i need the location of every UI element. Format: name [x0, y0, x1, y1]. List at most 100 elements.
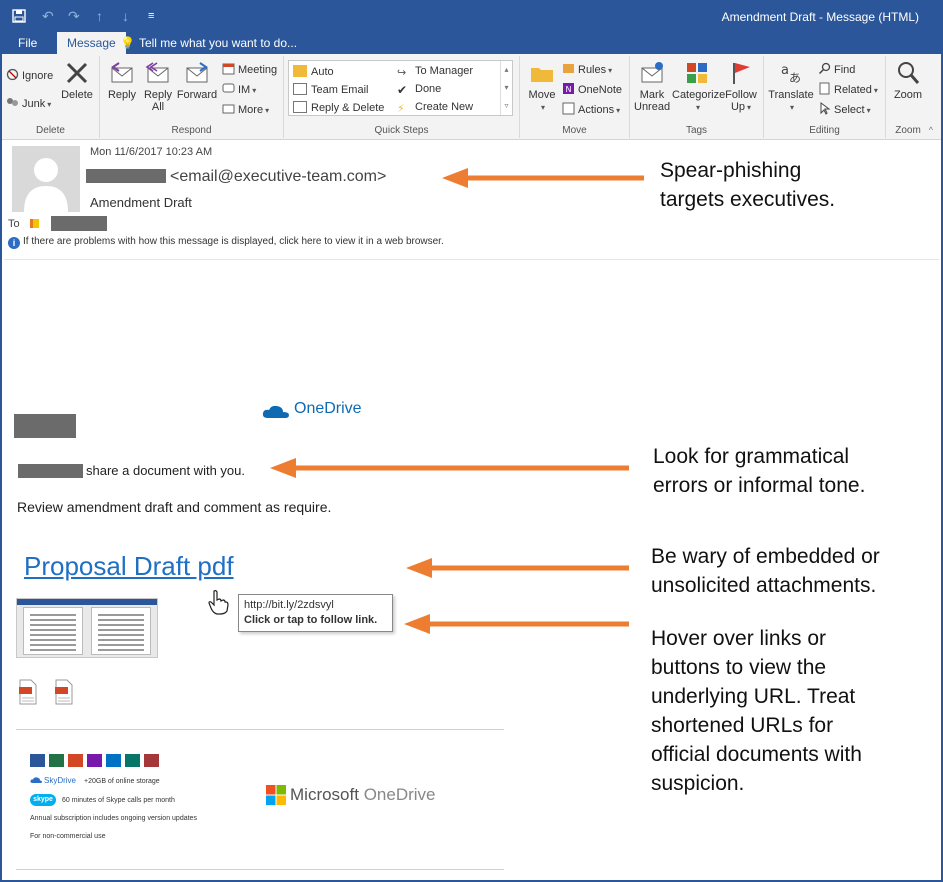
respond-group-label: Respond: [171, 125, 212, 136]
recipient-contact-icon: [30, 219, 39, 228]
recipient-redaction[interactable]: [51, 216, 107, 231]
sender-avatar: [12, 146, 80, 212]
info-icon: i: [8, 237, 20, 249]
sender-name-redaction-body: [14, 414, 76, 438]
sender-name-redaction-inline: [18, 464, 83, 478]
ribbon-tabs: File Message 💡 Tell me what you want to d…: [2, 32, 941, 54]
tab-file[interactable]: File: [8, 32, 47, 54]
svg-text:a: a: [781, 63, 789, 78]
mark-unread-button[interactable]: Mark Unread: [634, 60, 670, 113]
quick-step-team-email[interactable]: Team Email: [293, 83, 368, 96]
quick-step-auto[interactable]: Auto: [293, 65, 334, 78]
publisher-app-icon: [125, 754, 140, 767]
meeting-icon: [222, 63, 235, 75]
pdf-file-icon-2[interactable]: [54, 679, 74, 705]
delete-button[interactable]: Delete: [60, 60, 94, 101]
flag-icon: [733, 63, 750, 84]
tags-group-label: Tags: [685, 125, 708, 136]
message-subject: Amendment Draft: [90, 195, 192, 210]
lightbulb-icon: 💡: [120, 36, 135, 50]
collapse-ribbon-icon[interactable]: ^: [929, 125, 933, 135]
skype-logo: skype: [30, 794, 56, 806]
related-button[interactable]: Related ▾: [818, 82, 878, 98]
thumbnail-toolbar: [17, 599, 157, 605]
mark-unread-icon: [641, 62, 663, 83]
save-icon[interactable]: [12, 9, 26, 23]
previous-item-icon[interactable]: ↑: [96, 8, 103, 24]
actions-icon: [562, 102, 575, 115]
annotation-attachments: Be wary of embedded or unsolicited attac…: [651, 545, 880, 597]
editing-group: aあ Translate ▾ Find Related ▾ Select ▾ Edit…: [764, 56, 886, 138]
editing-group-label: Editing: [809, 125, 840, 136]
hand-cursor-icon: [208, 590, 229, 615]
zoom-button[interactable]: Zoom: [890, 60, 926, 101]
annotation-spear-phishing: Spear-phishing targets executives.: [660, 159, 836, 211]
footer-separator-bottom: [16, 869, 504, 870]
tell-me-text: Tell me what you want to do...: [138, 36, 298, 50]
review-request-text: Review amendment draft and comment as re…: [17, 499, 332, 515]
categorize-icon: [687, 63, 707, 83]
sender-name-redaction: [86, 169, 166, 183]
pdf-file-icon[interactable]: [18, 679, 38, 705]
quick-steps-scroll[interactable]: ▴ ▾ ▿: [500, 61, 512, 115]
quick-step-create-new[interactable]: ⚡ Create New: [397, 101, 473, 115]
follow-up-button[interactable]: Follow Up ▾: [724, 60, 758, 114]
reply-all-icon: [145, 62, 169, 83]
customize-toolbar-icon[interactable]: ≡: [148, 10, 154, 22]
microsoft-logo-icon: [266, 785, 286, 805]
tooltip-hint: Click or tap to follow link.: [244, 614, 378, 626]
proposal-draft-link[interactable]: Proposal Draft pdf: [24, 551, 234, 582]
person-silhouette-icon: [24, 158, 68, 212]
arrow-attachments: [406, 558, 629, 578]
envelope-icon: [293, 83, 307, 95]
reply-all-button[interactable]: Reply All: [142, 60, 174, 113]
find-button[interactable]: Find: [818, 62, 855, 78]
reply-delete-icon: [293, 101, 307, 113]
undo-icon[interactable]: ↶: [42, 8, 54, 25]
document-preview-thumbnail[interactable]: [16, 598, 158, 658]
tell-me-box[interactable]: 💡 Tell me what you want to do...: [120, 32, 297, 54]
translate-button[interactable]: aあ Translate ▾: [768, 60, 814, 114]
reply-button[interactable]: Reply: [106, 60, 138, 101]
svg-text:N: N: [566, 85, 572, 94]
footer-separator-top: [16, 729, 504, 730]
tab-message[interactable]: Message: [57, 32, 126, 54]
onedrive-word: OneDrive: [363, 785, 436, 804]
ignore-button[interactable]: Ignore: [6, 68, 53, 84]
redo-icon[interactable]: ↷: [68, 8, 80, 25]
actions-button[interactable]: Actions ▾: [562, 102, 620, 118]
access-app-icon: [144, 754, 159, 767]
meeting-button[interactable]: Meeting: [222, 62, 277, 78]
more-button[interactable]: More ▾: [222, 102, 269, 118]
tooltip-url: http://bit.ly/2zdsvyl: [244, 599, 334, 611]
microsoft-word: Microsoft: [290, 785, 359, 804]
sender-email[interactable]: <email@executive-team.com>: [170, 168, 386, 186]
quick-step-done[interactable]: ✔ Done: [397, 83, 441, 96]
select-button[interactable]: Select ▾: [818, 102, 871, 118]
powerpoint-icon: [68, 754, 83, 767]
microsoft-onedrive-wordmark: Microsoft OneDrive: [290, 785, 436, 805]
quick-step-reply-delete[interactable]: Reply & Delete: [293, 101, 384, 114]
reply-icon: [111, 62, 133, 83]
rules-button[interactable]: Rules ▾: [562, 62, 612, 78]
annotation-grammar: Look for grammatical errors or informal …: [653, 445, 866, 497]
categorize-button[interactable]: Categorize ▾: [672, 60, 725, 114]
forward-arrow-icon: ↪: [397, 67, 407, 79]
next-item-icon[interactable]: ↓: [122, 8, 129, 24]
info-bar[interactable]: i If there are problems with how this mes…: [8, 236, 444, 249]
lightning-icon: ⚡: [397, 103, 405, 115]
im-button[interactable]: IM ▾: [222, 82, 256, 98]
zoom-group: Zoom Zoom: [886, 56, 930, 138]
quick-steps-gallery: Auto Team Email Reply & Delete ↪ To Manag…: [288, 60, 513, 116]
zoom-magnifier-icon: [898, 62, 920, 84]
zoom-group-label: Zoom: [895, 125, 921, 136]
junk-button[interactable]: Junk ▾: [6, 96, 51, 112]
outlook-message-window: ↶ ↷ ↑ ↓ ≡ Amendment Draft - Message (HTM…: [0, 0, 943, 882]
forward-button[interactable]: Forward: [176, 60, 218, 101]
more-icon: [222, 104, 235, 114]
ignore-icon: [6, 68, 19, 81]
move-button[interactable]: Move ▾: [524, 60, 560, 114]
onenote-app-icon: [87, 754, 102, 767]
onenote-button[interactable]: N OneNote: [562, 82, 622, 98]
quick-step-to-manager[interactable]: ↪ To Manager: [397, 65, 473, 79]
